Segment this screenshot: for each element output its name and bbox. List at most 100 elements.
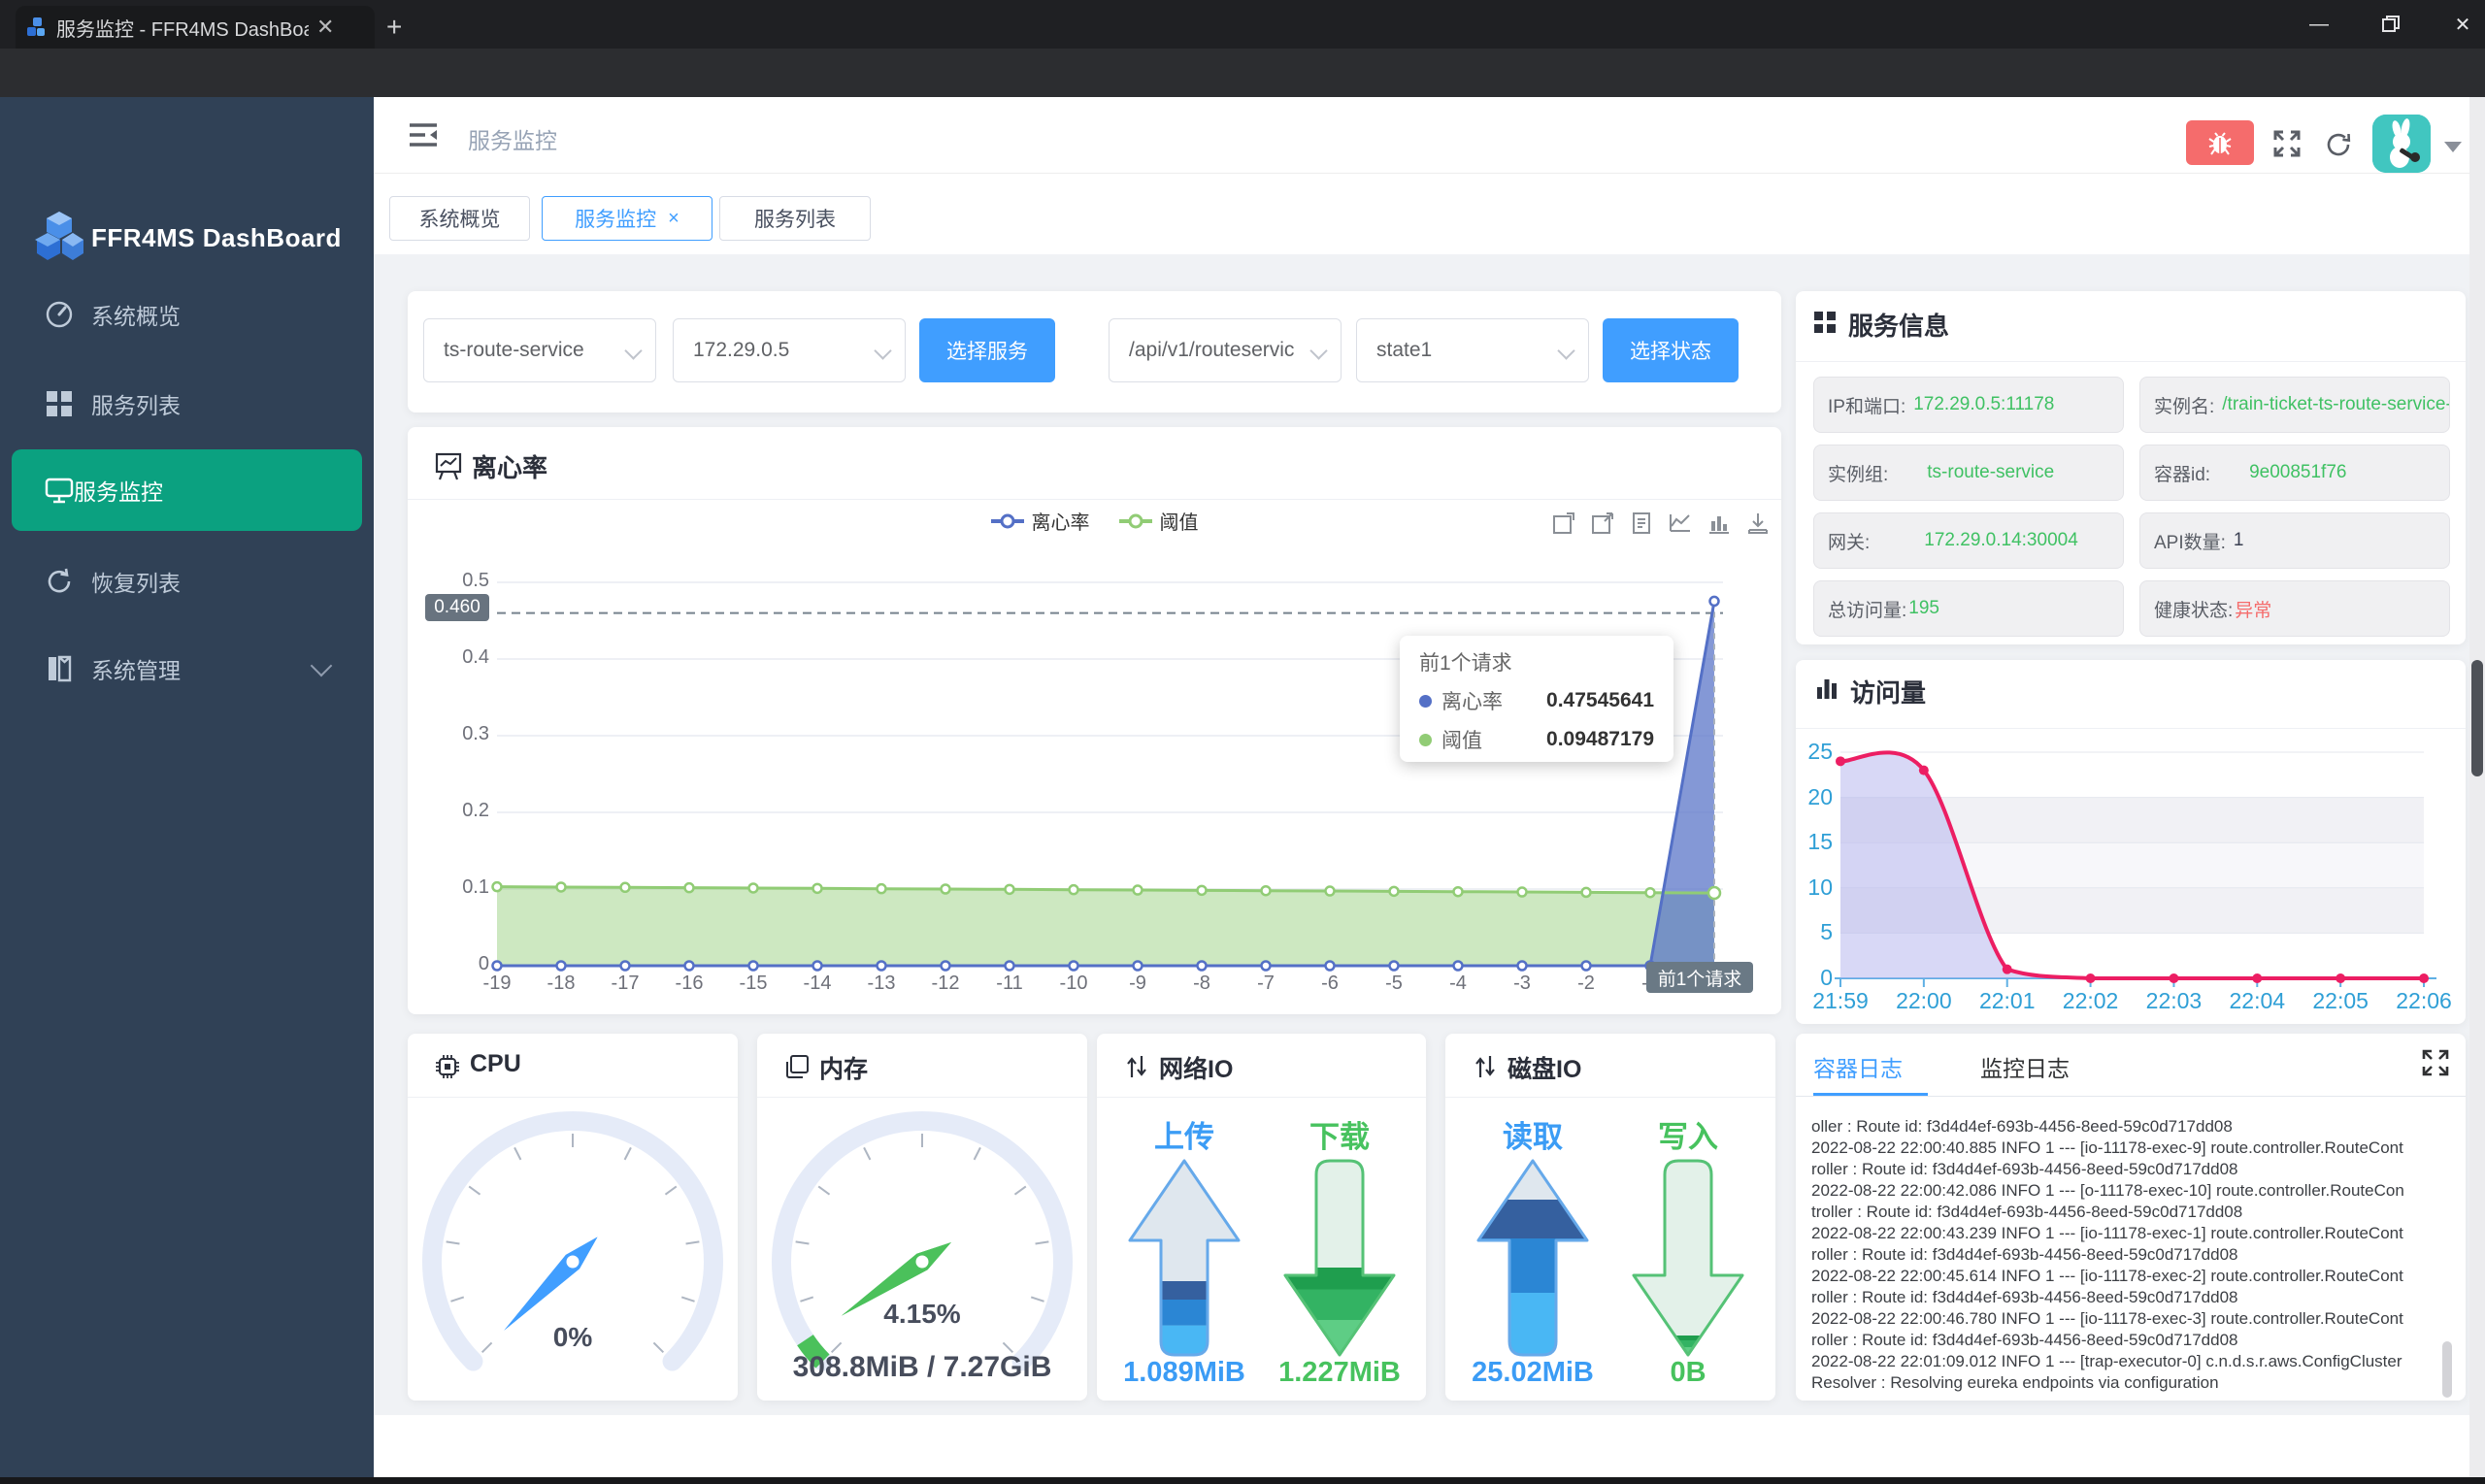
write-value: 0B — [1670, 1357, 1706, 1388]
download-value: 1.227MiB — [1278, 1357, 1401, 1388]
sidebar-item-service-monitor[interactable]: 服务监控 — [12, 449, 362, 531]
log-line: 2022-08-22 22:01:09.012 INFO 1 --- [trap… — [1811, 1352, 2402, 1370]
info-value: /train-ticket-ts-route-service-1 — [2222, 394, 2450, 414]
tooltip-row: 离心率 0.47545641 — [1419, 686, 1654, 715]
visits-chart[interactable] — [1796, 660, 2466, 1024]
axis-tick-label: 0.1 — [462, 876, 489, 898]
info-cell-total-visits: 总访问量: 195 — [1813, 580, 2124, 637]
log-line: 2022-08-22 22:00:46.780 INFO 1 --- [io-1… — [1811, 1309, 2403, 1328]
axis-tick-label: 15 — [1807, 829, 1833, 855]
page-scrollbar-track[interactable] — [2469, 97, 2485, 1477]
log-lines[interactable]: oller : Route id: f3d4d4ef-693b-4456-8ee… — [1811, 1116, 2440, 1394]
log-line: roller : Route id: f3d4d4ef-693b-4456-8e… — [1811, 1288, 2238, 1306]
sidebar-item-recovery-list[interactable]: 恢复列表 — [0, 554, 374, 609]
info-cell-instance-name: 实例名: /train-ticket-ts-route-service-1 — [2139, 377, 2450, 433]
log-line: 2022-08-22 22:00:43.239 INFO 1 --- [io-1… — [1811, 1224, 2403, 1242]
toolbox-line-icon[interactable] — [1668, 511, 1693, 536]
legend-label: 阈值 — [1159, 512, 1199, 534]
axis-tick-label: 20 — [1807, 783, 1833, 809]
memory-icon — [786, 1055, 809, 1078]
tag-close-icon[interactable]: × — [668, 208, 679, 230]
axis-tick-label: 22:05 — [2312, 988, 2369, 1013]
avatar-caret-icon[interactable] — [2444, 142, 2462, 152]
breadcrumb: 服务监控 — [468, 128, 557, 153]
info-value: 172.29.0.5:11178 — [1913, 394, 2055, 414]
tab-close-icon[interactable]: ✕ — [316, 15, 334, 40]
eccentricity-chart[interactable] — [408, 544, 1781, 1014]
upload-label: 上传 — [1154, 1120, 1214, 1154]
log-line: troller : Route id: f3d4d4ef-693b-4456-8… — [1811, 1203, 2243, 1221]
select-state-button[interactable]: 选择状态 — [1603, 318, 1739, 382]
tooltip-title: 前1个请求 — [1419, 652, 1512, 675]
axis-tick-label: 10 — [1807, 874, 1833, 900]
axis-tick-label: 0.4 — [462, 646, 489, 668]
logs-expand-icon[interactable] — [2421, 1048, 2450, 1082]
write-label: 写入 — [1658, 1120, 1718, 1154]
toolbox-bar-icon[interactable] — [1706, 511, 1732, 536]
logs-scrollbar-thumb[interactable] — [2442, 1341, 2452, 1398]
service-info-title: 服务信息 — [1848, 312, 1950, 341]
legend-item-eccentricity[interactable]: 离心率 — [990, 507, 1090, 535]
sidebar-fold-icon[interactable] — [408, 120, 439, 154]
page-scrollbar-thumb[interactable] — [2471, 660, 2483, 776]
toolbox-download-icon[interactable] — [1745, 511, 1771, 536]
tag-service-list[interactable]: 服务列表 — [719, 196, 871, 241]
log-line: roller : Route id: f3d4d4ef-693b-4456-8e… — [1811, 1331, 2238, 1349]
new-tab-button[interactable]: + — [386, 12, 402, 43]
log-line: 2022-08-22 22:00:40.885 INFO 1 --- [io-1… — [1811, 1138, 2403, 1157]
info-label: 网关: — [1828, 532, 1871, 553]
sidebar-item-service-list[interactable]: 服务列表 — [0, 377, 374, 431]
info-value: 异常 — [2235, 600, 2272, 621]
toolbox-restore-icon[interactable] — [1590, 511, 1615, 536]
refresh-icon — [48, 568, 71, 593]
log-line: roller : Route id: f3d4d4ef-693b-4456-8e… — [1811, 1245, 2238, 1264]
tab-monitor-logs[interactable]: 监控日志 — [1980, 1050, 2070, 1083]
api-select[interactable]: /api/v1/routeservic — [1109, 318, 1342, 382]
axis-tick-label: 22:00 — [1896, 988, 1952, 1013]
service-select[interactable]: ts-route-service — [423, 318, 656, 382]
button-label: 选择状态 — [1630, 341, 1711, 363]
window-close-button[interactable]: ✕ — [2440, 0, 2485, 49]
browser-tab[interactable]: 服务监控 - FFR4MS DashBoard ✕ — [16, 6, 375, 49]
visits-x-axis-labels: 21:59 22:00 22:01 22:02 22:03 22:04 22:05 22:06 — [1796, 988, 2466, 1017]
axis-tick-label: 0.5 — [462, 570, 489, 591]
debug-bug-button[interactable] — [2186, 120, 2254, 165]
divider — [1796, 361, 2466, 362]
memory-title: 内存 — [819, 1056, 869, 1083]
tab-container-logs[interactable]: 容器日志 — [1813, 1050, 1903, 1083]
window-restore-button[interactable] — [2369, 0, 2413, 49]
tag-overview[interactable]: 系统概览 — [389, 196, 530, 241]
tooltip-series-value: 0.09487179 — [1546, 728, 1654, 750]
grid-icon — [47, 391, 72, 416]
toolbox-datazoom-icon[interactable] — [1551, 511, 1576, 536]
download-label: 下载 — [1309, 1120, 1370, 1154]
chevron-down-icon — [624, 342, 643, 360]
disk-io-title: 磁盘IO — [1508, 1056, 1582, 1083]
fullscreen-icon[interactable] — [2271, 128, 2303, 164]
cpu-percent: 0% — [552, 1322, 593, 1352]
sidebar-item-overview[interactable]: 系统概览 — [0, 287, 374, 342]
browser-titlebar: 服务监控 - FFR4MS DashBoard ✕ + — ✕ — [0, 0, 2485, 49]
tag-service-monitor[interactable]: 服务监控 × — [542, 196, 712, 241]
legend-item-threshold[interactable]: 阈值 — [1118, 507, 1199, 535]
restore-icon — [2382, 16, 2400, 32]
window-minimize-button[interactable]: — — [2297, 0, 2341, 49]
info-cell-api-count: API数量: 1 — [2139, 512, 2450, 569]
axis-tick-label: 0.3 — [462, 723, 489, 744]
ip-select[interactable]: 172.29.0.5 — [673, 318, 906, 382]
memory-gauge[interactable] — [757, 1097, 1087, 1388]
tab-divider — [1796, 1096, 2466, 1097]
info-cell-container-id: 容器id: 9e00851f76 — [2139, 445, 2450, 501]
header-refresh-icon[interactable] — [2324, 130, 2353, 164]
user-avatar[interactable] — [2372, 115, 2431, 173]
select-service-button[interactable]: 选择服务 — [919, 318, 1055, 382]
sidebar-item-system-admin[interactable]: 系统管理 — [0, 642, 374, 696]
app-logo-title: FFR4MS DashBoard — [91, 223, 342, 252]
button-label: 选择服务 — [946, 341, 1028, 363]
disk-io-arrows — [1476, 1159, 1744, 1357]
divider — [408, 499, 1781, 500]
tooltip-series-value: 0.47545641 — [1546, 689, 1654, 711]
toolbox-dataview-icon[interactable] — [1629, 511, 1654, 536]
favicon-cubes-icon — [27, 17, 45, 36]
state-select[interactable]: state1 — [1356, 318, 1589, 382]
